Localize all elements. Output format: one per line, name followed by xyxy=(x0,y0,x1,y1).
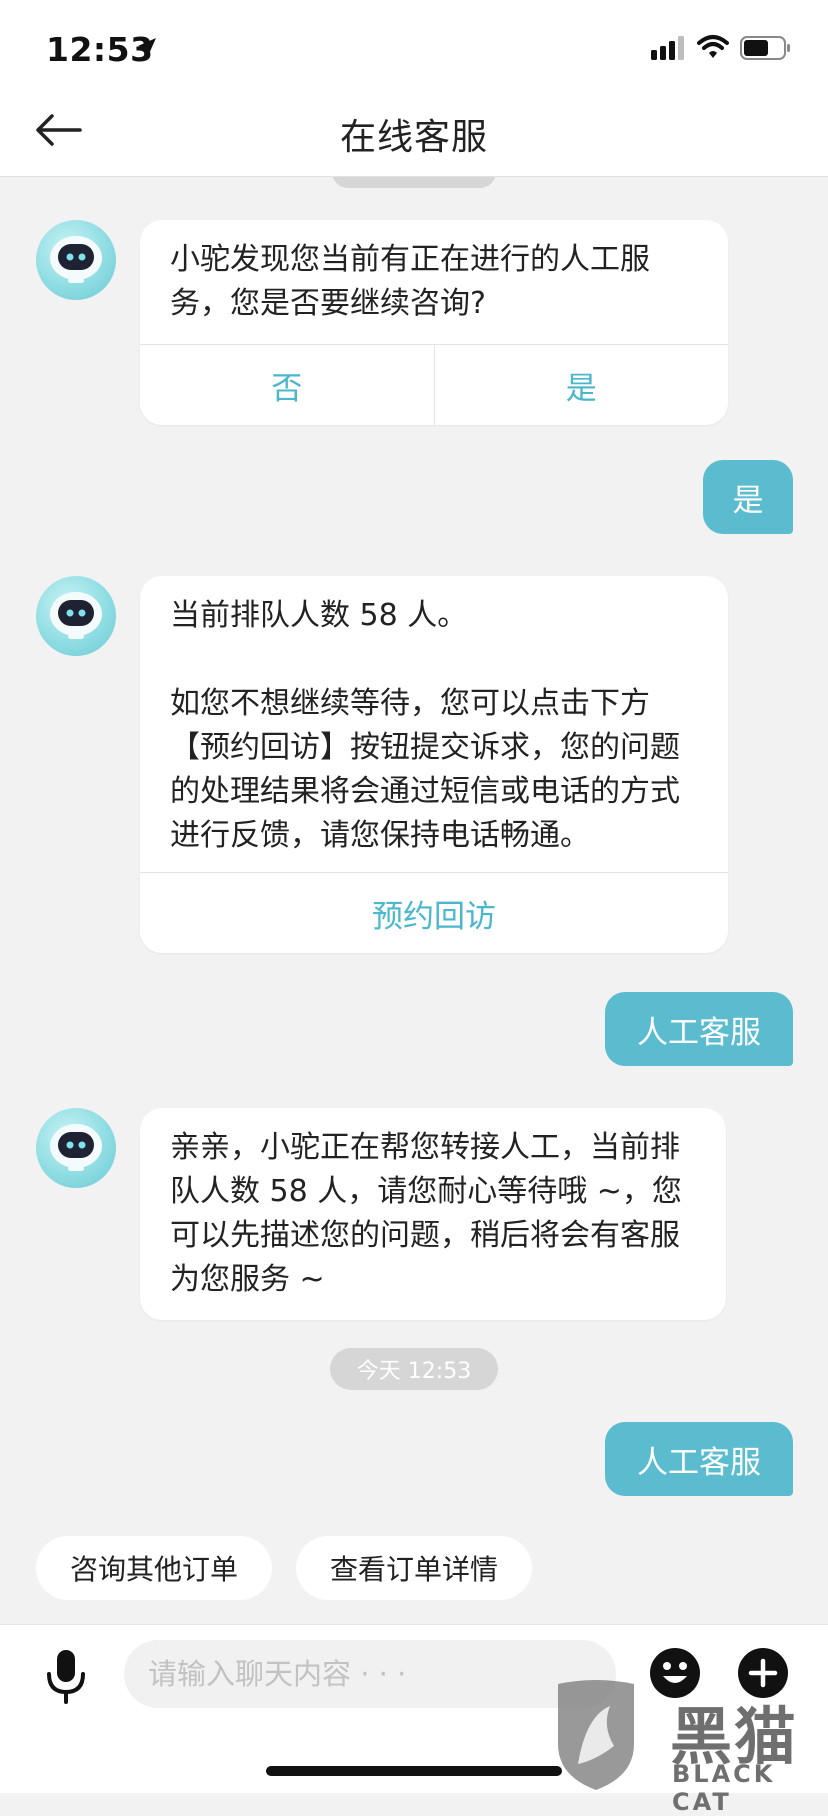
user-message-bubble: 人工客服 xyxy=(605,1422,793,1496)
queue-count-text: 当前排队人数 58 人。 xyxy=(170,598,468,633)
card-actions: 否 是 xyxy=(140,345,728,425)
microphone-icon[interactable] xyxy=(44,1648,88,1704)
yes-button[interactable]: 是 xyxy=(433,345,729,425)
robot-icon xyxy=(50,592,102,639)
no-button[interactable]: 否 xyxy=(140,345,434,425)
bot-avatar xyxy=(36,1108,116,1188)
quick-reply-other-orders[interactable]: 咨询其他订单 xyxy=(36,1536,272,1600)
home-indicator xyxy=(266,1766,562,1776)
bot-message-card: 亲亲，小驼正在帮您转接人工，当前排队人数 58 人，请您耐心等待哦 ~，您可以先… xyxy=(140,1108,726,1320)
cellular-signal-icon xyxy=(651,36,684,60)
card-actions: 预约回访 xyxy=(140,873,728,953)
bot-message-card: 小驼发现您当前有正在进行的人工服务，您是否要继续咨询? 否 是 xyxy=(140,220,728,425)
chat-input[interactable] xyxy=(124,1640,616,1708)
bot-message-text: 小驼发现您当前有正在进行的人工服务，您是否要继续咨询? xyxy=(170,242,650,321)
bot-message-card: 当前排队人数 58 人。 如您不想继续等待，您可以点击下方【预约回访】按钮提交诉… xyxy=(140,576,728,953)
top-bar: 12:53 在线客服 xyxy=(0,0,828,177)
bot-message-text: 亲亲，小驼正在帮您转接人工，当前排队人数 58 人，请您耐心等待哦 ~，您可以先… xyxy=(170,1130,682,1297)
robot-icon xyxy=(50,1124,102,1171)
robot-icon xyxy=(50,236,102,283)
watermark-en-text: BLACK CAT xyxy=(672,1760,776,1816)
battery-icon xyxy=(740,36,790,60)
schedule-callback-button[interactable]: 预约回访 xyxy=(140,873,728,953)
quick-reply-order-details[interactable]: 查看订单详情 xyxy=(296,1536,532,1600)
user-message-bubble: 是 xyxy=(703,460,793,534)
bot-message-body: 当前排队人数 58 人。 如您不想继续等待，您可以点击下方【预约回访】按钮提交诉… xyxy=(140,576,728,872)
wifi-icon xyxy=(697,35,729,58)
bot-avatar xyxy=(36,576,116,656)
page-title: 在线客服 xyxy=(339,117,488,158)
user-message-bubble: 人工客服 xyxy=(605,992,793,1066)
location-arrow-icon xyxy=(138,38,156,56)
timestamp-pill: 今天 12:53 xyxy=(330,1348,498,1390)
bot-avatar xyxy=(36,220,116,300)
callback-info-text: 如您不想继续等待，您可以点击下方【预约回访】按钮提交诉求，您的问题的处理结果将会… xyxy=(170,686,680,853)
